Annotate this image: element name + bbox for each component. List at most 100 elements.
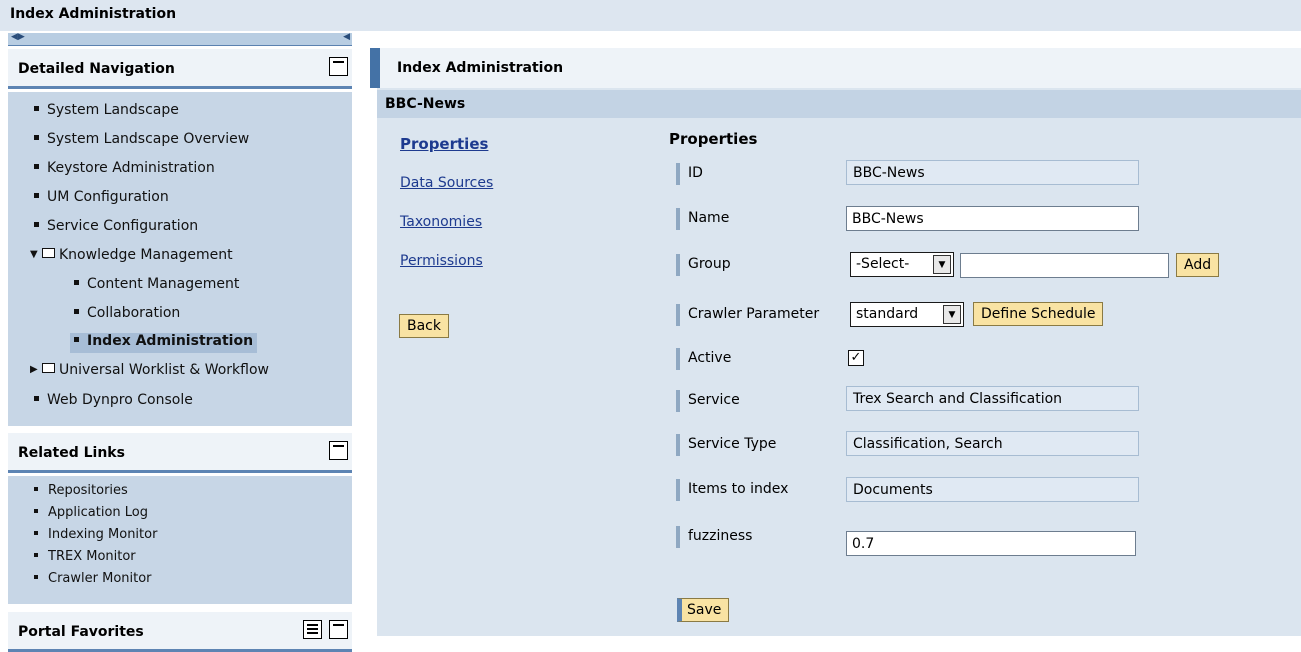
collapse-panel-icon[interactable]: ◀ <box>343 32 350 42</box>
bullet-icon <box>34 486 38 491</box>
chevron-down-icon[interactable]: ▼ <box>933 255 951 274</box>
nav-item-index-administration[interactable]: Index Administration <box>70 333 258 353</box>
active-checkbox[interactable]: ✓ <box>848 350 864 366</box>
bullet-icon <box>74 279 79 285</box>
nav-item-content-management[interactable]: Content Management <box>74 276 239 296</box>
related-link-label: Repositories <box>48 483 128 498</box>
related-link-indexing-monitor[interactable]: Indexing Monitor <box>34 527 157 542</box>
define-schedule-button[interactable]: Define Schedule <box>973 302 1104 326</box>
bullet-icon <box>34 163 39 169</box>
minimize-icon[interactable] <box>329 441 348 460</box>
bullet-icon <box>34 508 38 513</box>
nav-item-knowledge-management[interactable]: ▼ Knowledge Management <box>30 247 233 267</box>
id-label: ID <box>676 163 703 185</box>
bullet-icon <box>34 192 39 198</box>
tab-taxonomies[interactable]: Taxonomies <box>400 214 482 230</box>
id-field: BBC-News <box>846 160 1139 185</box>
expanded-triangle-icon[interactable]: ▼ <box>30 249 42 260</box>
nav-item-keystore-administration[interactable]: Keystore Administration <box>34 160 215 180</box>
bullet-icon <box>34 134 39 140</box>
bullet-icon <box>34 574 38 579</box>
service-field: Trex Search and Classification <box>846 386 1139 411</box>
chevron-down-icon[interactable]: ▼ <box>943 305 961 324</box>
nav-item-universal-worklist[interactable]: ▶ Universal Worklist & Workflow <box>30 362 269 382</box>
nav-item-label: System Landscape <box>47 102 179 118</box>
nav-item-label: UM Configuration <box>47 189 169 205</box>
nav-item-label: Service Configuration <box>47 218 199 234</box>
nav-item-system-landscape[interactable]: System Landscape <box>34 102 179 122</box>
list-view-icon[interactable] <box>303 620 322 639</box>
related-link-repositories[interactable]: Repositories <box>34 483 128 498</box>
related-link-label: Crawler Monitor <box>48 571 152 586</box>
fuzziness-input[interactable]: 0.7 <box>846 531 1136 556</box>
folder-icon <box>42 363 55 373</box>
main-header: Index Administration <box>370 48 1301 88</box>
properties-title: Properties <box>669 130 758 148</box>
related-link-application-log[interactable]: Application Log <box>34 505 148 520</box>
nav-item-system-landscape-overview[interactable]: System Landscape Overview <box>34 131 249 151</box>
bullet-icon <box>34 221 39 227</box>
nav-item-service-configuration[interactable]: Service Configuration <box>34 218 198 238</box>
group-label: Group <box>676 254 731 276</box>
service-type-field: Classification, Search <box>846 431 1139 456</box>
detailed-navigation-header: Detailed Navigation <box>8 49 352 89</box>
group-input[interactable] <box>960 253 1169 278</box>
nav-item-label: Index Administration <box>87 333 254 349</box>
tab-data-sources[interactable]: Data Sources <box>400 175 493 191</box>
bullet-icon <box>34 552 38 557</box>
bullet-icon <box>74 336 79 342</box>
items-to-index-label: Items to index <box>676 479 788 501</box>
scroll-left-icon[interactable]: ◀▶ <box>11 32 25 42</box>
related-link-trex-monitor[interactable]: TREX Monitor <box>34 549 136 564</box>
tab-permissions[interactable]: Permissions <box>400 253 483 269</box>
nav-item-collaboration[interactable]: Collaboration <box>74 305 180 325</box>
detailed-navigation-panel: System Landscape System Landscape Overvi… <box>8 92 352 426</box>
service-label: Service <box>676 390 740 412</box>
bullet-icon <box>74 308 79 314</box>
group-select-value: -Select- <box>856 256 910 272</box>
minimize-icon[interactable] <box>329 57 348 76</box>
back-button[interactable]: Back <box>399 314 449 338</box>
nav-item-web-dynpro-console[interactable]: Web Dynpro Console <box>34 392 193 412</box>
group-select[interactable]: -Select- ▼ <box>850 252 954 277</box>
nav-item-label: Collaboration <box>87 305 181 321</box>
nav-item-um-configuration[interactable]: UM Configuration <box>34 189 169 209</box>
detailed-navigation-title: Detailed Navigation <box>18 61 175 77</box>
related-link-label: TREX Monitor <box>48 549 136 564</box>
nav-item-label: Knowledge Management <box>59 247 233 263</box>
nav-item-label: Web Dynpro Console <box>47 392 193 408</box>
related-link-label: Indexing Monitor <box>48 527 158 542</box>
fuzziness-label: fuzziness <box>676 526 752 548</box>
crawler-parameter-label: Crawler Parameter <box>676 304 819 326</box>
items-to-index-field: Documents <box>846 477 1139 502</box>
nav-item-label: Content Management <box>87 276 240 292</box>
tab-properties[interactable]: Properties <box>400 135 488 153</box>
crawler-parameter-value: standard <box>856 306 919 322</box>
app-title: Index Administration <box>0 0 1301 31</box>
bullet-icon <box>34 530 38 535</box>
nav-item-label: Keystore Administration <box>47 160 215 176</box>
related-links-title: Related Links <box>18 445 125 461</box>
checkmark-icon: ✓ <box>850 350 862 365</box>
nav-item-label: System Landscape Overview <box>47 131 250 147</box>
nav-toggle-bar: ◀▶ ◀ <box>8 32 352 46</box>
maximize-icon[interactable] <box>329 620 348 639</box>
add-button[interactable]: Add <box>1176 253 1220 277</box>
portal-favorites-title: Portal Favorites <box>18 624 144 640</box>
bullet-icon <box>34 105 39 111</box>
name-input[interactable]: BBC-News <box>846 206 1139 231</box>
bullet-icon <box>34 395 39 401</box>
active-label: Active <box>676 348 731 370</box>
index-name-header: BBC-News <box>377 90 1301 118</box>
related-link-label: Application Log <box>48 505 148 520</box>
main-body <box>377 88 1301 636</box>
collapsed-triangle-icon[interactable]: ▶ <box>30 364 42 375</box>
folder-icon <box>42 248 55 258</box>
save-button[interactable]: Save <box>677 598 730 622</box>
portal-favorites-header: Portal Favorites <box>8 612 352 652</box>
crawler-parameter-select[interactable]: standard ▼ <box>850 302 964 327</box>
related-links-panel: Repositories Application Log Indexing Mo… <box>8 476 352 604</box>
nav-item-label: Universal Worklist & Workflow <box>59 362 269 378</box>
name-label: Name <box>676 208 729 230</box>
related-link-crawler-monitor[interactable]: Crawler Monitor <box>34 571 152 586</box>
